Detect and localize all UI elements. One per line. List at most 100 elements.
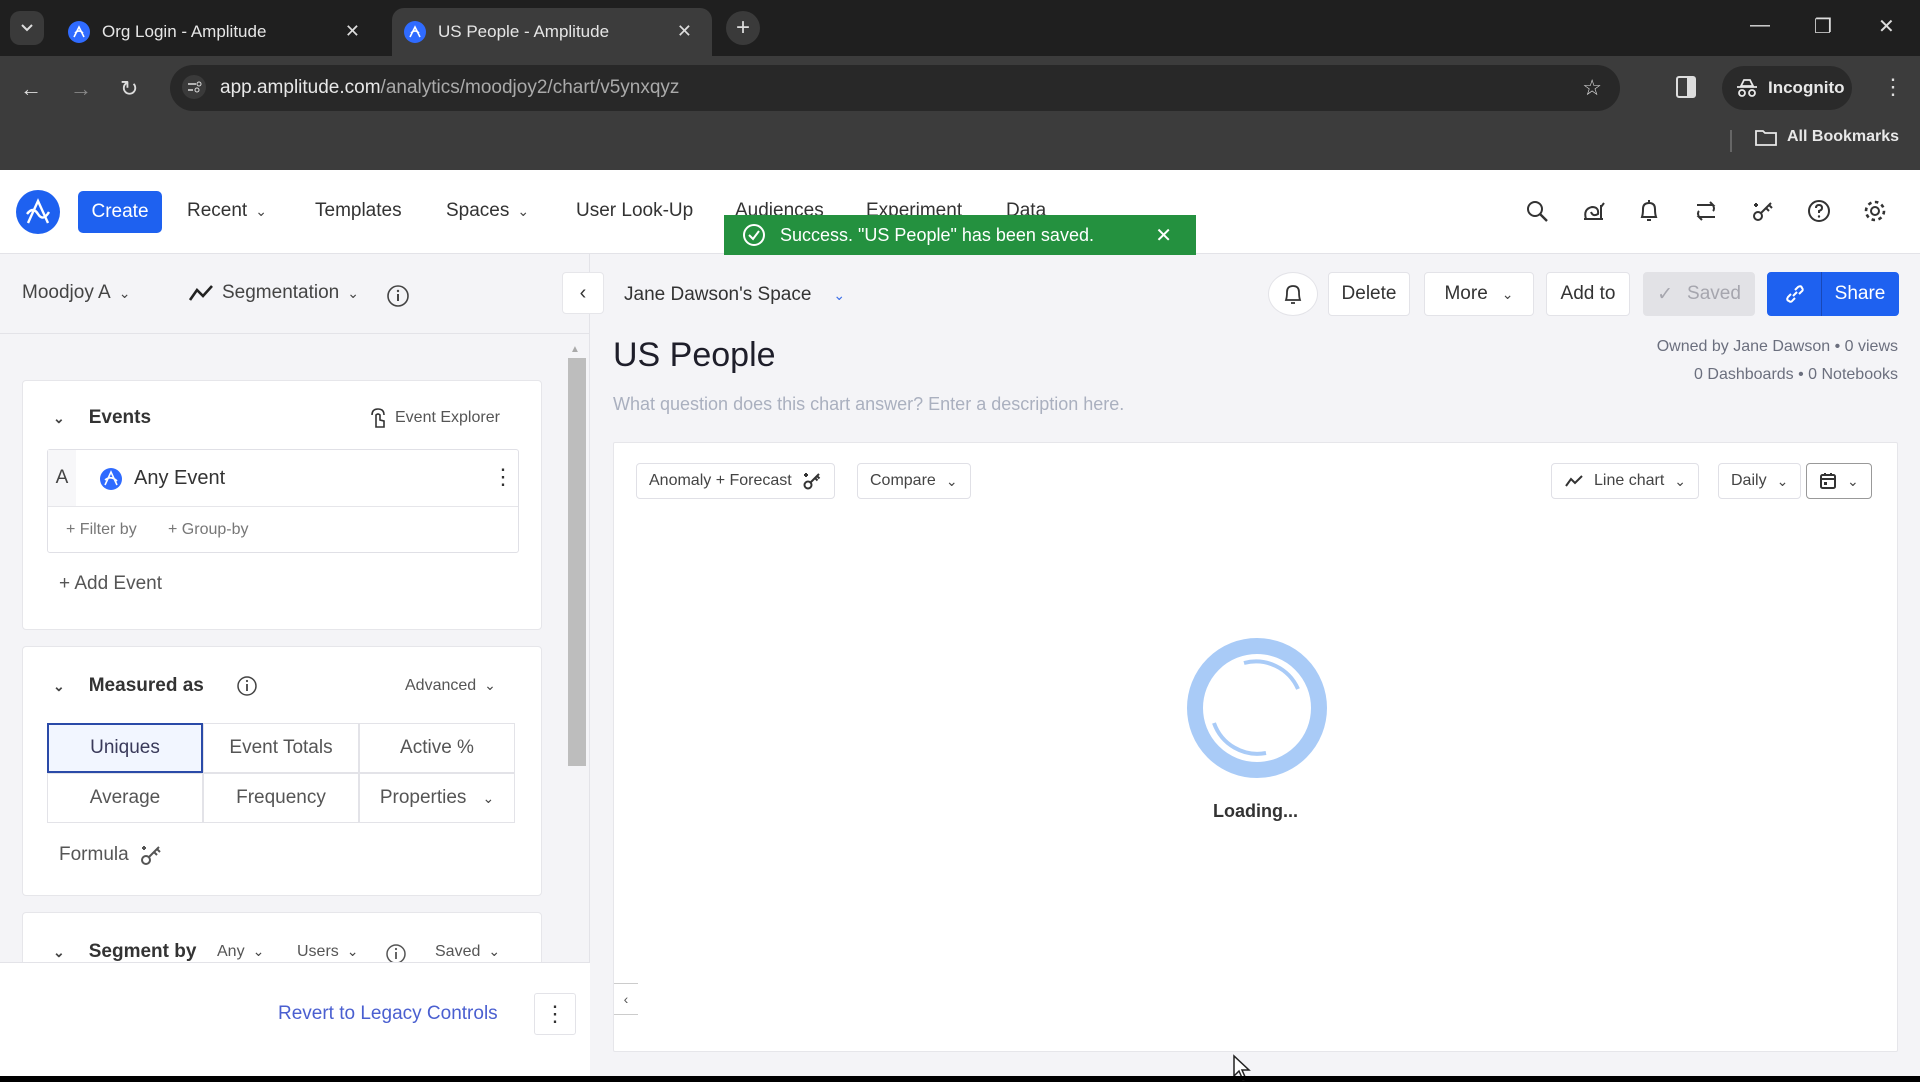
expand-side-panel-button[interactable]: ‹ [614, 983, 638, 1015]
reload-button[interactable]: ↻ [120, 76, 138, 102]
browser-tab-us-people[interactable]: US People - Amplitude ✕ [392, 8, 712, 56]
event-row[interactable]: A Any Event ⋮ + Filter by + Group-by [47, 449, 519, 553]
minimize-button[interactable]: — [1750, 14, 1770, 37]
measure-event-totals[interactable]: Event Totals [203, 723, 359, 773]
interval-dropdown[interactable]: Daily ⌄ [1718, 463, 1802, 499]
collapse-chevron-icon: ⌄ [53, 677, 65, 694]
add-event-button[interactable]: + Add Event [59, 573, 162, 595]
gear-icon[interactable] [1863, 199, 1887, 223]
close-tab-icon[interactable]: ✕ [677, 21, 692, 42]
nav-spaces[interactable]: Spaces ⌄ [446, 200, 529, 222]
chart-type-selector[interactable]: Segmentation ⌄ [188, 282, 359, 304]
bell-icon[interactable] [1638, 199, 1660, 223]
info-icon[interactable] [386, 284, 410, 308]
amplitude-app: Create Recent ⌄ Templates Spaces ⌄ User Lo… [0, 170, 1920, 1081]
measured-as-section: ⌄ Measured as Advanced ⌄ Uniques Event Tot… [22, 646, 542, 896]
events-header[interactable]: ⌄ Events [53, 407, 151, 429]
more-options-button[interactable]: ⋮ [534, 993, 576, 1035]
anomaly-forecast-button[interactable]: Anomaly + Forecast [636, 463, 835, 499]
tab-list-button[interactable] [10, 11, 44, 45]
alerts-button[interactable] [1268, 272, 1318, 316]
loading-text: Loading... [1213, 801, 1298, 821]
advanced-dropdown[interactable]: Advanced ⌄ [405, 677, 496, 695]
users-dropdown[interactable]: Users ⌄ [297, 943, 359, 961]
share-button[interactable]: Share [1822, 283, 1898, 305]
incognito-label: Incognito [1768, 78, 1845, 97]
divider [1730, 130, 1732, 152]
browser-menu-icon[interactable]: ⋮ [1882, 74, 1904, 100]
event-name[interactable]: Any Event [134, 467, 225, 490]
share-button-group: Share [1767, 272, 1899, 316]
restore-button[interactable]: ❐ [1814, 14, 1832, 39]
formula-key-icon[interactable] [1751, 199, 1775, 223]
search-icon[interactable] [1525, 199, 1549, 223]
toast-message: Success. "US People" has been saved. [780, 224, 1094, 245]
revert-legacy-controls-link[interactable]: Revert to Legacy Controls [278, 1003, 498, 1025]
address-bar[interactable]: app.amplitude.com/analytics/moodjoy2/cha… [170, 65, 1620, 111]
close-toast-icon[interactable]: ✕ [1155, 223, 1172, 248]
chart-description-input[interactable]: What question does this chart answer? En… [613, 394, 1124, 415]
chart-type-dropdown[interactable]: Line chart ⌄ [1551, 463, 1699, 499]
project-selector[interactable]: Moodjoy A ⌄ [22, 282, 130, 304]
nav-recent[interactable]: Recent ⌄ [187, 200, 267, 222]
filter-by-button[interactable]: + Filter by [66, 521, 137, 539]
segment-by-header[interactable]: ⌄ Segment by [53, 941, 196, 963]
info-icon[interactable] [236, 675, 258, 697]
collapse-panel-button[interactable]: ‹ [562, 272, 604, 314]
new-tab-button[interactable]: + [726, 11, 760, 45]
space-selector[interactable]: Jane Dawson's Space ⌄ [624, 284, 845, 306]
nav-templates[interactable]: Templates [315, 200, 402, 222]
tab-title: Org Login - Amplitude [102, 22, 267, 41]
compare-dropdown[interactable]: Compare ⌄ [857, 463, 971, 499]
chevron-down-icon: ⌄ [347, 284, 359, 301]
top-navigation: Create Recent ⌄ Templates Spaces ⌄ User Lo… [0, 170, 1920, 255]
copy-link-button[interactable] [1768, 272, 1822, 316]
tab-title: US People - Amplitude [438, 22, 610, 41]
measure-active-percent[interactable]: Active % [359, 723, 515, 773]
chevron-down-icon [21, 24, 33, 32]
chart-title[interactable]: US People [613, 336, 776, 375]
scrollbar-thumb[interactable] [568, 358, 586, 766]
any-dropdown[interactable]: Any ⌄ [217, 943, 264, 961]
event-menu-icon[interactable]: ⋮ [492, 464, 514, 490]
sync-icon[interactable] [1695, 199, 1717, 223]
measure-uniques[interactable]: Uniques [47, 723, 203, 773]
collapse-chevron-icon: ⌄ [53, 409, 65, 426]
measure-properties[interactable]: Properties ⌄ [359, 773, 515, 823]
more-button[interactable]: More ⌄ [1424, 272, 1534, 316]
add-to-button[interactable]: Add to [1546, 272, 1630, 316]
measure-average[interactable]: Average [47, 773, 203, 823]
snail-icon[interactable] [1581, 199, 1607, 223]
measure-frequency[interactable]: Frequency [203, 773, 359, 823]
close-window-button[interactable]: ✕ [1878, 14, 1895, 39]
incognito-icon [1737, 79, 1757, 97]
formula-button[interactable]: Formula [59, 843, 163, 867]
incognito-indicator[interactable]: Incognito [1722, 66, 1852, 110]
chevron-down-icon: ⌄ [482, 789, 495, 806]
browser-tab-org-login[interactable]: Org Login - Amplitude ✕ [60, 8, 380, 56]
group-by-button[interactable]: + Group-by [168, 521, 248, 539]
bookmark-star-icon[interactable]: ☆ [1582, 75, 1602, 101]
measured-as-header[interactable]: ⌄ Measured as [53, 675, 258, 697]
side-panel-icon[interactable] [1676, 76, 1696, 98]
all-bookmarks-button[interactable]: All Bookmarks [1755, 128, 1899, 146]
calendar-icon [1820, 473, 1836, 489]
nav-user-lookup[interactable]: User Look-Up [576, 200, 693, 222]
date-range-dropdown[interactable]: ⌄ [1806, 463, 1872, 499]
back-button[interactable]: ← [20, 76, 42, 102]
event-explorer-button[interactable]: Event Explorer [369, 407, 500, 429]
forward-button[interactable]: → [70, 76, 92, 102]
chevron-down-icon: ⌄ [1501, 285, 1514, 302]
create-button[interactable]: Create [78, 191, 162, 233]
delete-button[interactable]: Delete [1328, 272, 1410, 316]
chevron-down-icon: ⌄ [1776, 472, 1789, 489]
amplitude-logo[interactable] [16, 190, 60, 234]
help-icon[interactable] [1807, 199, 1831, 223]
close-tab-icon[interactable]: ✕ [345, 21, 360, 42]
line-chart-icon [188, 285, 213, 301]
site-settings-icon[interactable] [182, 75, 206, 99]
amplitude-favicon [404, 21, 426, 43]
saved-segments-dropdown[interactable]: Saved ⌄ [435, 943, 500, 961]
amplitude-favicon [68, 21, 90, 43]
link-icon [1785, 285, 1804, 303]
